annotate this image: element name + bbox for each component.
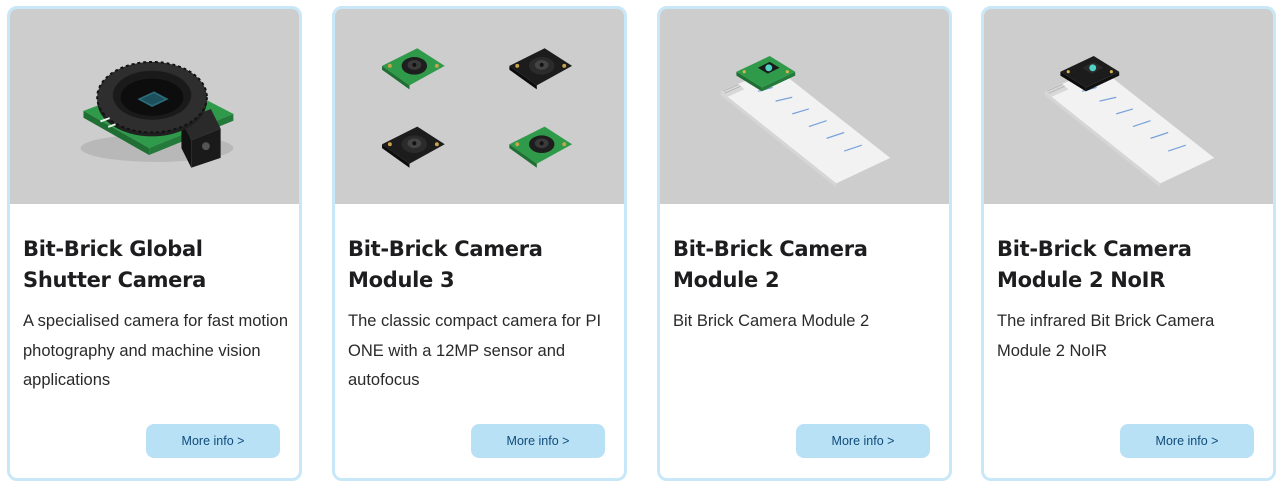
product-card-camera-module-2-noir: Bit-Brick Camera Module 2 NoIR The infra… [981,6,1276,481]
product-description: The infrared Bit Brick Camera Module 2 N… [997,312,1215,360]
more-info-button[interactable]: More info > [796,424,930,458]
product-image[interactable] [984,9,1273,204]
product-card-global-shutter: Bit-Brick Global Shutter Camera A specia… [7,6,302,481]
global-shutter-camera-icon [80,60,234,168]
product-description: The classic compact camera for PI ONE wi… [348,312,602,389]
product-description: A specialised camera for fast motion pho… [23,312,289,389]
camera-module-3-set-icon [382,48,573,168]
product-title[interactable]: Bit-Brick Camera Module 3 [348,234,616,296]
more-info-button[interactable]: More info > [471,424,605,458]
product-card-grid: Bit-Brick Global Shutter Camera A specia… [0,0,1280,485]
more-info-button[interactable]: More info > [146,424,280,458]
more-info-button[interactable]: More info > [1120,424,1254,458]
product-image[interactable] [10,9,299,204]
product-card-camera-module-2: Bit-Brick Camera Module 2 Bit Brick Came… [657,6,952,481]
product-description: Bit Brick Camera Module 2 [673,312,870,330]
product-title[interactable]: Bit-Brick Global Shutter Camera [23,234,291,296]
product-title[interactable]: Bit-Brick Camera Module 2 NoIR [997,234,1265,296]
product-title[interactable]: Bit-Brick Camera Module 2 [673,234,941,296]
product-image[interactable] [660,9,949,204]
product-card-camera-module-3: Bit-Brick Camera Module 3 The classic co… [332,6,627,481]
camera-module-2-ribbon-icon [720,56,891,188]
product-image[interactable] [335,9,624,204]
camera-module-2-noir-ribbon-icon [1044,56,1215,188]
